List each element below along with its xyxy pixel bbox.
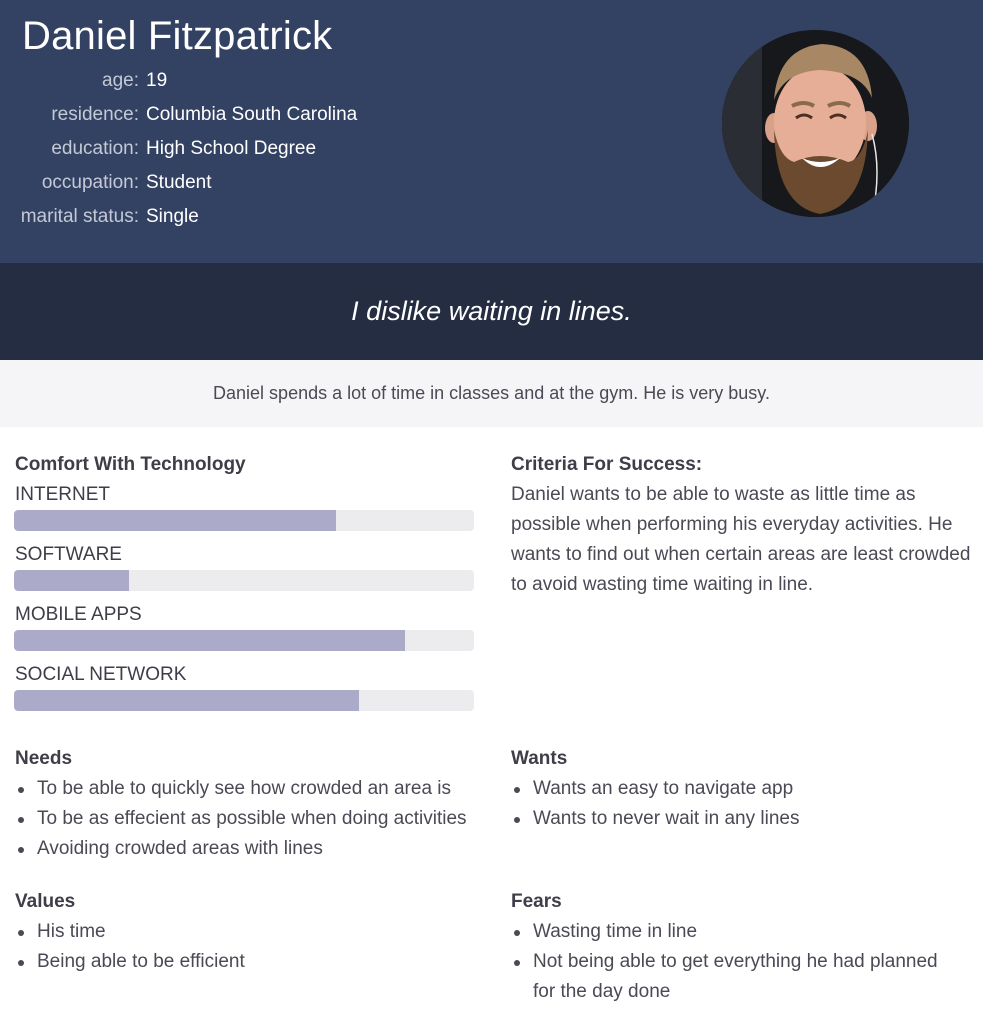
comfort-title: Comfort With Technology: [15, 454, 246, 475]
fact-label: education:: [51, 138, 139, 159]
fact-value: Columbia South Carolina: [146, 104, 358, 125]
criteria-text: Daniel wants to be able to waste as litt…: [511, 484, 971, 595]
person-photo-icon: [722, 30, 909, 217]
fact-label: marital status:: [20, 206, 139, 227]
fears-title: Fears: [511, 891, 562, 912]
fact-value: High School Degree: [146, 138, 317, 159]
fact-value: 19: [146, 70, 168, 91]
fact-age: age: 19: [0, 70, 357, 104]
software-bar: [14, 570, 474, 591]
criteria-title: Criteria For Success:: [511, 454, 703, 475]
fact-marital-status: marital status: Single: [0, 206, 357, 240]
persona-bio: Daniel spends a lot of time in classes a…: [213, 383, 770, 403]
wants-title: Wants: [511, 748, 568, 769]
fact-occupation: occupation: Student: [0, 172, 357, 206]
list-item: To be able to quickly see how crowded an…: [15, 774, 485, 804]
needs-title: Needs: [15, 748, 73, 769]
list-item: Wants an easy to navigate app: [511, 774, 971, 804]
wants-list: Wants an easy to navigate app Wants to n…: [511, 774, 971, 834]
avatar: [722, 30, 909, 217]
social-network-bar: [14, 690, 474, 711]
values-title: Values: [15, 891, 76, 912]
fact-label: occupation:: [41, 172, 139, 193]
list-item: To be as effecient as possible when doin…: [15, 804, 485, 834]
tech-label-social-network: SOCIAL NETWORK: [15, 664, 187, 685]
list-item: His time: [15, 917, 485, 947]
fact-value: Student: [146, 172, 212, 193]
list-item: Wasting time in line: [511, 917, 961, 947]
needs-list: To be able to quickly see how crowded an…: [15, 774, 485, 864]
tech-label-software: SOFTWARE: [15, 544, 122, 565]
persona-name: Daniel Fitzpatrick: [22, 14, 333, 58]
list-item: Wants to never wait in any lines: [511, 804, 971, 834]
fact-label: age:: [102, 70, 139, 91]
persona-quote: I dislike waiting in lines.: [351, 296, 632, 326]
persona-header: Daniel Fitzpatrick age: 19 residence: Co…: [0, 0, 983, 263]
bio-band: Daniel spends a lot of time in classes a…: [0, 360, 983, 427]
list-item: Being able to be efficient: [15, 947, 485, 977]
social-network-bar-fill: [14, 690, 359, 711]
values-list: His time Being able to be efficient: [15, 917, 485, 977]
fact-residence: residence: Columbia South Carolina: [0, 104, 357, 138]
list-item: Not being able to get everything he had …: [511, 947, 961, 1007]
tech-label-mobile-apps: MOBILE APPS: [15, 604, 142, 625]
fact-label: residence:: [51, 104, 139, 125]
mobile-apps-bar: [14, 630, 474, 651]
fact-education: education: High School Degree: [0, 138, 357, 172]
list-item: Avoiding crowded areas with lines: [15, 834, 485, 864]
fact-value: Single: [146, 206, 199, 227]
tech-label-internet: INTERNET: [15, 484, 110, 505]
persona-facts: age: 19 residence: Columbia South Caroli…: [0, 70, 358, 240]
software-bar-fill: [14, 570, 129, 591]
internet-bar-fill: [14, 510, 336, 531]
fears-list: Wasting time in line Not being able to g…: [511, 917, 961, 1007]
mobile-apps-bar-fill: [14, 630, 405, 651]
quote-band: I dislike waiting in lines.: [0, 263, 983, 360]
internet-bar: [14, 510, 474, 531]
